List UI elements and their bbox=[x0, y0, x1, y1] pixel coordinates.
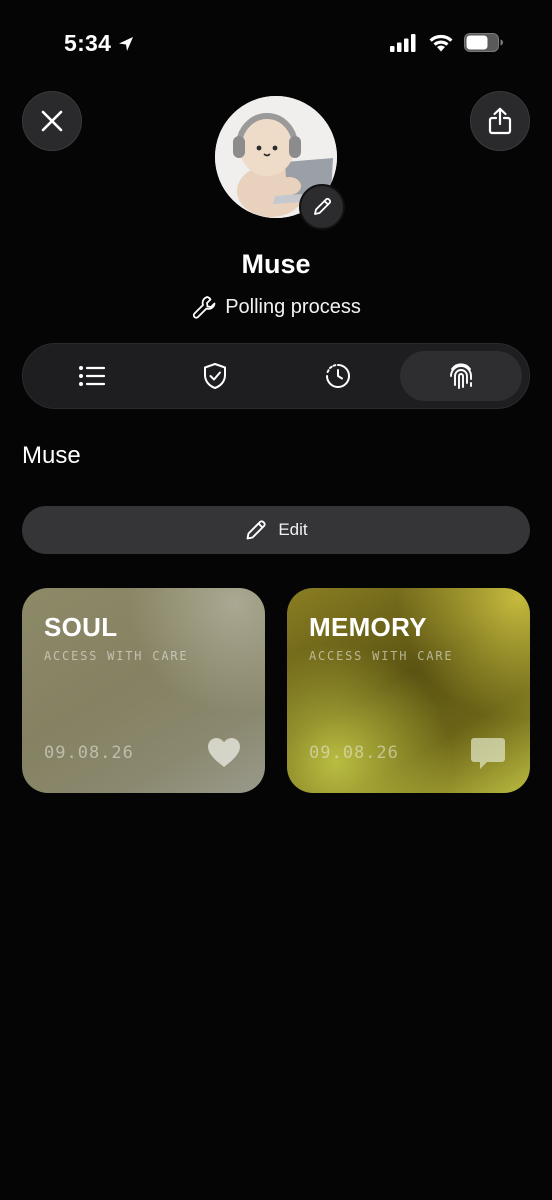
close-icon bbox=[41, 110, 63, 132]
status-icons bbox=[390, 33, 504, 52]
clock-history-icon bbox=[326, 364, 350, 388]
cellular-signal-icon bbox=[390, 33, 416, 52]
share-icon bbox=[488, 107, 512, 135]
card-title: MEMORY bbox=[309, 612, 427, 642]
profile-name: Muse bbox=[241, 249, 311, 279]
heart-icon bbox=[208, 738, 240, 767]
pencil-icon bbox=[246, 520, 266, 540]
status-time-group: 5:34 bbox=[64, 30, 135, 57]
profile-status-text: Polling process bbox=[225, 295, 361, 318]
edit-button[interactable]: Edit bbox=[22, 506, 530, 554]
tab-identity[interactable] bbox=[400, 351, 522, 401]
tab-security[interactable] bbox=[154, 351, 276, 401]
chat-bubble-icon bbox=[471, 738, 505, 769]
pencil-icon bbox=[314, 197, 332, 215]
shield-check-icon bbox=[204, 363, 226, 389]
tab-history[interactable] bbox=[277, 351, 399, 401]
screen: 5:34 Muse Polling process Muse Edit SOUL… bbox=[0, 0, 552, 1200]
card-date: 09.08.26 bbox=[309, 743, 399, 763]
avatar-edit-button[interactable] bbox=[299, 184, 345, 230]
share-button[interactable] bbox=[470, 91, 530, 151]
battery-icon bbox=[464, 33, 503, 52]
card-title: SOUL bbox=[44, 612, 118, 642]
wifi-icon bbox=[429, 34, 453, 52]
card-subtitle: ACCESS WITH CARE bbox=[309, 649, 454, 663]
card-date: 09.08.26 bbox=[44, 743, 134, 763]
wrench-icon bbox=[193, 296, 216, 319]
close-button[interactable] bbox=[22, 91, 82, 151]
section-title: Muse bbox=[22, 442, 81, 469]
status-time: 5:34 bbox=[64, 30, 112, 56]
tab-list[interactable] bbox=[31, 351, 153, 401]
status-bar: 5:34 bbox=[0, 0, 552, 90]
soul-card[interactable]: SOUL ACCESS WITH CARE 09.08.26 bbox=[22, 588, 265, 793]
location-arrow-icon bbox=[119, 36, 134, 51]
card-subtitle: ACCESS WITH CARE bbox=[44, 649, 189, 663]
memory-card[interactable]: MEMORY ACCESS WITH CARE 09.08.26 bbox=[287, 588, 530, 793]
edit-button-label: Edit bbox=[278, 520, 308, 539]
segmented-tabs bbox=[22, 343, 530, 409]
profile-status: Polling process bbox=[0, 294, 552, 320]
fingerprint-icon bbox=[450, 363, 472, 389]
avatar-container bbox=[215, 96, 345, 230]
list-icon bbox=[79, 366, 106, 386]
